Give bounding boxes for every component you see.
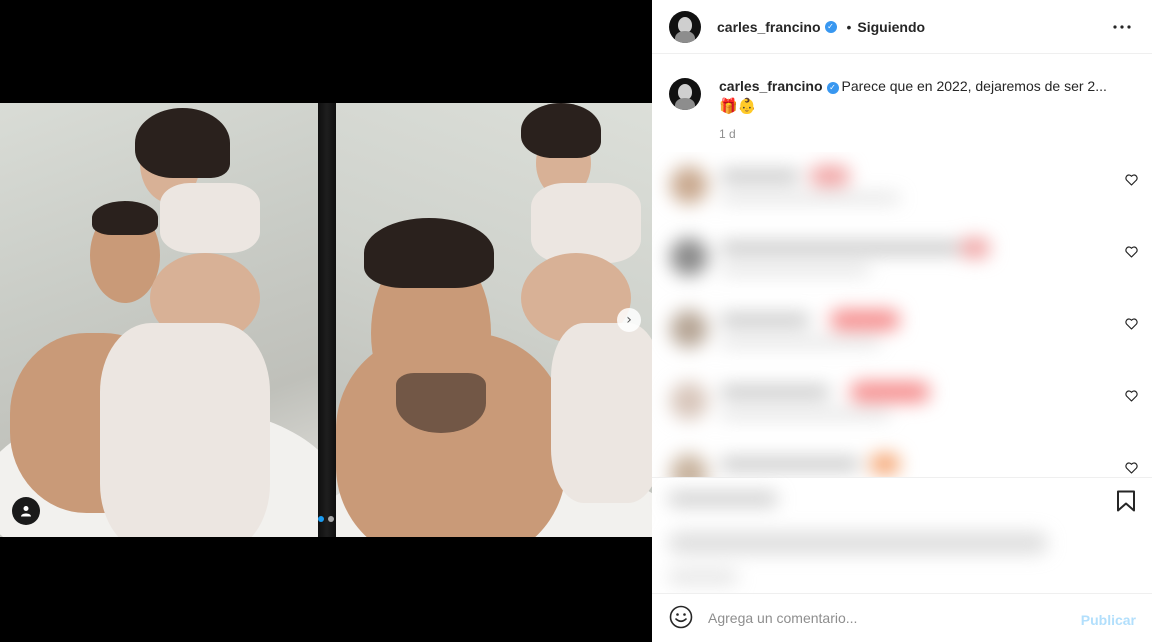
like-comment-button[interactable]: [1124, 174, 1138, 188]
post-actions-bar: [652, 477, 1152, 584]
list-item: [652, 152, 1152, 220]
heart-outline-icon: [1124, 174, 1138, 186]
blurred-emoji: [850, 382, 930, 402]
list-item: [652, 296, 1152, 364]
avatar: [670, 310, 708, 348]
blurred-emoji: [830, 310, 900, 330]
post-time[interactable]: 1 d: [719, 124, 1119, 144]
comment-input[interactable]: [708, 606, 1048, 630]
heart-outline-icon: [1124, 390, 1138, 402]
chevron-right-icon: ›: [626, 312, 632, 328]
caption-body: carles_francino ✓ Parece que en 2022, deja…: [719, 76, 1119, 144]
caption-text: Parece que en 2022, dejaremos de ser 2..…: [841, 78, 1107, 94]
caption-username[interactable]: carles_francino: [719, 78, 823, 94]
heart-outline-icon: [1124, 462, 1138, 474]
post-header: carles_francino ✓ • Siguiendo: [652, 0, 1152, 54]
post-caption: carles_francino ✓ Parece que en 2022, deja…: [669, 76, 1139, 144]
publish-comment-button[interactable]: Publicar: [1081, 612, 1136, 628]
blurred-text: [720, 410, 890, 418]
blurred-actions: [662, 484, 1082, 594]
man-hair-closeup-shape: [364, 218, 494, 288]
woman-top-right-shape: [531, 183, 641, 263]
blurred-text: [668, 532, 1048, 554]
bookmark-icon: [1117, 490, 1135, 512]
caption-author-avatar[interactable]: [669, 78, 701, 110]
like-comment-button[interactable]: [1124, 390, 1138, 404]
blurred-comment: [660, 152, 1060, 220]
like-comment-button[interactable]: [1124, 246, 1138, 260]
blurred-emoji: [870, 454, 900, 474]
comments-list: [652, 152, 1152, 477]
tagged-users-button[interactable]: [12, 497, 40, 525]
blurred-emoji: [960, 238, 990, 258]
blurred-text: [720, 314, 810, 326]
caption-emojis: 🎁👶: [719, 97, 757, 115]
man-beard-shape: [396, 373, 486, 433]
save-post-button[interactable]: [1114, 490, 1138, 514]
author-username[interactable]: carles_francino: [717, 19, 821, 35]
author-avatar[interactable]: [669, 10, 701, 43]
list-item: [652, 440, 1152, 477]
post-media: ›: [0, 0, 652, 642]
avatar: [670, 454, 708, 477]
following-button[interactable]: Siguiendo: [857, 19, 925, 35]
blurred-comment: [660, 440, 1060, 477]
blurred-comment: [660, 296, 1060, 364]
avatar: [670, 382, 708, 420]
blurred-emoji: [810, 166, 850, 186]
blurred-text: [720, 386, 830, 398]
verified-badge-icon: ✓: [826, 82, 839, 94]
woman-pants-shape: [100, 323, 270, 537]
carousel-indicator: [318, 516, 334, 522]
carousel-next-button[interactable]: ›: [617, 308, 641, 332]
more-options-button[interactable]: [1110, 15, 1134, 39]
film-strip-divider: [318, 103, 336, 537]
post-photo-left-half: [0, 103, 318, 537]
woman-top-shape: [160, 183, 260, 253]
blurred-text: [720, 458, 860, 470]
blurred-text: [720, 194, 900, 202]
man-hair-shape: [92, 201, 158, 235]
add-comment-bar: Publicar: [652, 593, 1152, 642]
woman-pants-right-shape: [551, 323, 652, 503]
header-separator: •: [846, 18, 852, 35]
woman-hair-right-shape: [521, 103, 601, 158]
like-comment-button[interactable]: [1124, 462, 1138, 476]
list-item: [652, 368, 1152, 436]
emoji-smile-icon: [669, 605, 693, 629]
blurred-comment: [660, 224, 1060, 292]
more-options-icon: [1113, 25, 1131, 29]
blurred-text: [668, 492, 778, 506]
blurred-text: [720, 170, 800, 182]
blurred-text: [720, 338, 880, 346]
blurred-text: [668, 570, 738, 584]
post-side-panel: carles_francino ✓ • Siguiendo carles_fra…: [652, 0, 1152, 642]
post-photo-right-half: [336, 103, 652, 537]
avatar: [670, 238, 708, 276]
list-item: [652, 224, 1152, 292]
like-comment-button[interactable]: [1124, 318, 1138, 332]
heart-outline-icon: [1124, 318, 1138, 330]
blurred-comment: [660, 368, 1060, 436]
user-tag-icon: [21, 506, 31, 517]
emoji-picker-button[interactable]: [668, 605, 694, 631]
heart-outline-icon: [1124, 246, 1138, 258]
blurred-text: [720, 266, 870, 274]
carousel-dot: [328, 516, 334, 522]
verified-badge-icon: ✓: [824, 20, 837, 33]
woman-hair-shape: [135, 108, 230, 178]
blurred-text: [720, 242, 960, 254]
avatar: [670, 166, 708, 204]
carousel-dot-active: [318, 516, 324, 522]
